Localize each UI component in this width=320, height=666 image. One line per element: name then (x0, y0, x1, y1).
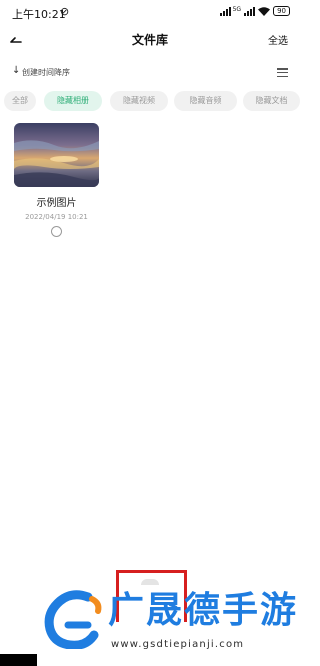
status-time: 上午10:21 (12, 8, 66, 21)
select-checkbox[interactable] (51, 226, 62, 237)
sort-row: ↓ 创建时间降序 (0, 64, 300, 80)
site-watermark: 广晟德手游 www.gsdtiepianji.com (40, 583, 300, 666)
tab-hidden-video[interactable]: 隐藏视频 (110, 91, 168, 111)
tab-hidden-audio[interactable]: 隐藏音频 (174, 91, 237, 111)
list-menu-icon[interactable] (277, 68, 288, 77)
cellular-signal-icon-2 (244, 6, 256, 16)
watermark-brand: 广晟德手游 (108, 590, 299, 631)
cellular-signal-icon (219, 6, 231, 16)
sort-arrow-icon[interactable]: ↓ (12, 65, 20, 76)
tab-hidden-album[interactable]: 隐藏相册 (44, 91, 102, 111)
file-card[interactable]: 示例图片 2022/04/19 10:21 (14, 123, 99, 237)
page-title: 文件库 (131, 33, 168, 47)
battery-icon: 90 (273, 6, 290, 16)
image-thumbnail[interactable] (14, 123, 99, 187)
wifi-icon (258, 6, 271, 16)
sort-order-button[interactable]: 创建时间降序 (22, 67, 70, 78)
file-name: 示例图片 (36, 198, 77, 209)
category-tabs: 全部 隐藏相册 隐藏视频 隐藏音频 隐藏文档 (4, 91, 300, 111)
mute-icon: ⊘ (60, 5, 70, 18)
select-all-button[interactable]: 全选 (268, 32, 288, 47)
tab-hidden-docs[interactable]: 隐藏文档 (243, 91, 300, 111)
corner-bar (0, 654, 37, 666)
watermark-logo-icon (44, 590, 102, 649)
tab-all[interactable]: 全部 (4, 91, 36, 111)
file-date: 2022/04/19 10:21 (25, 213, 88, 221)
status-bar: 上午10:21 ⊘ 5G 90 (0, 0, 300, 26)
watermark-url: www.gsdtiepianji.com (111, 639, 245, 650)
status-icons: 5G 90 (219, 6, 290, 16)
app-header: 文件库 全选 (0, 28, 300, 52)
network-type-label: 5G (232, 6, 242, 13)
